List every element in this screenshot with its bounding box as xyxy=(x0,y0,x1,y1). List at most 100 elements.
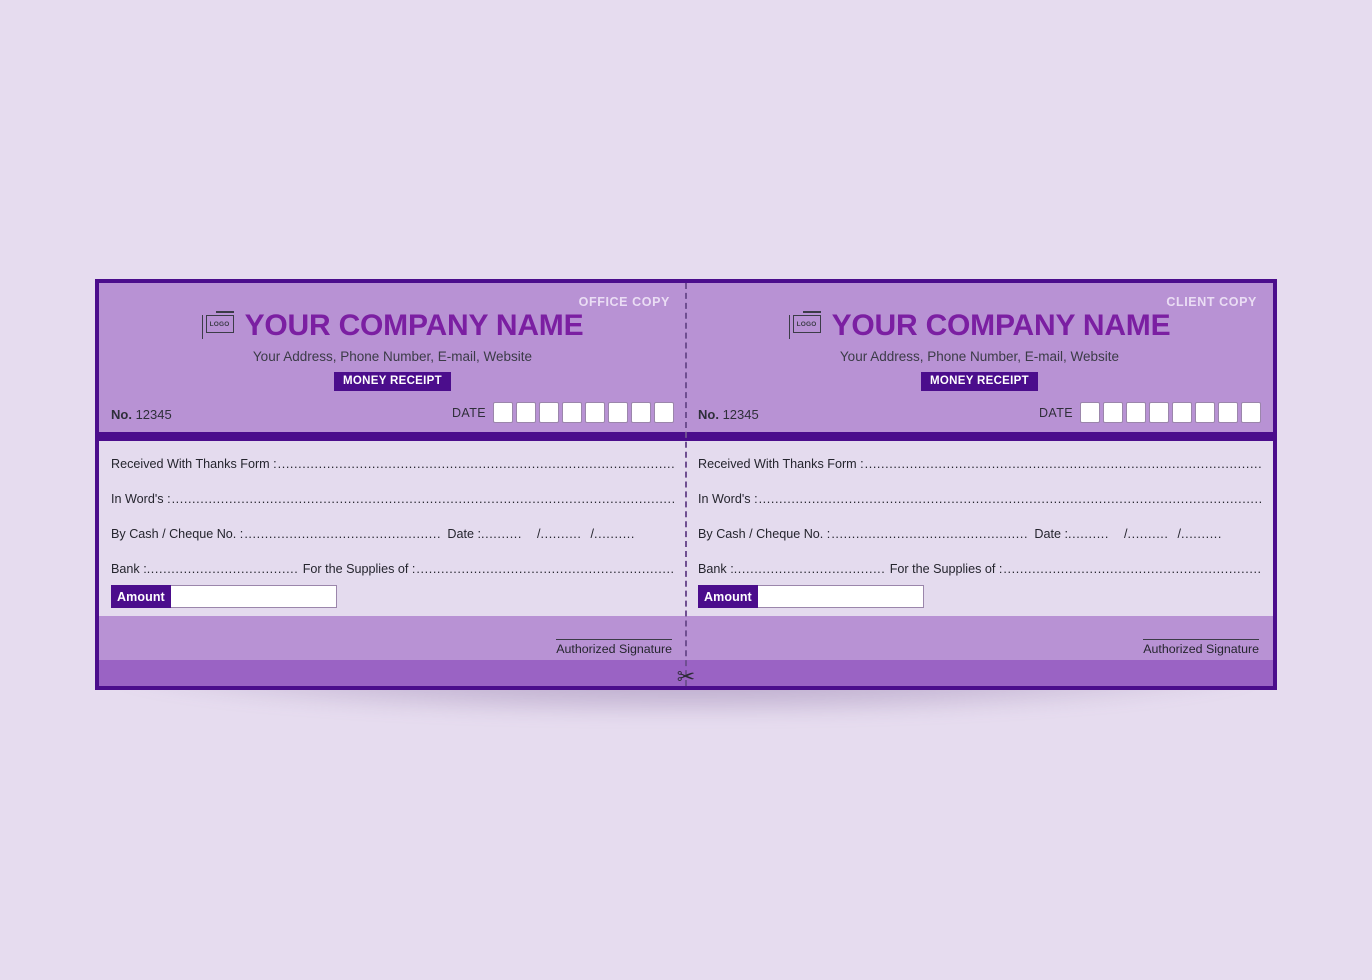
receipt-panel-office-copy: OFFICE COPY LOGO YOUR COMPANY NAME Your … xyxy=(99,283,686,686)
supplies-label: For the Supplies of : xyxy=(889,562,1003,576)
brand-row: LOGO YOUR COMPANY NAME xyxy=(99,283,686,341)
date-box[interactable] xyxy=(631,402,651,423)
in-words-dots: ........................................… xyxy=(171,492,674,506)
date-box[interactable] xyxy=(493,402,513,423)
signature-block: Authorized Signature xyxy=(556,639,672,656)
field-cheque-no[interactable]: By Cash / Cheque No. : .................… xyxy=(111,527,674,541)
date-box[interactable] xyxy=(1195,402,1215,423)
date-entry: DATE xyxy=(452,402,674,423)
cheque-date-month-dots: .......... xyxy=(540,527,582,541)
field-in-words[interactable]: In Word's : ............................… xyxy=(111,492,674,506)
scissors-icon: ✂ xyxy=(676,664,696,689)
money-receipt-badge: MONEY RECEIPT xyxy=(921,372,1038,391)
field-received-from[interactable]: Received With Thanks Form : ............… xyxy=(698,457,1261,471)
date-box[interactable] xyxy=(1080,402,1100,423)
supplies-label: For the Supplies of : xyxy=(302,562,416,576)
company-name: YOUR COMPANY NAME xyxy=(244,309,584,342)
company-address: Your Address, Phone Number, E-mail, Webs… xyxy=(252,349,533,364)
copy-tag-client: CLIENT COPY xyxy=(1166,295,1257,309)
panel-bottom-strip xyxy=(686,660,1273,686)
in-words-label: In Word's : xyxy=(698,492,758,506)
date-box[interactable] xyxy=(1172,402,1192,423)
panel-bottom-strip xyxy=(99,660,686,686)
receipt-number-label: No. xyxy=(111,407,132,422)
header-divider-band xyxy=(99,432,686,441)
panel-footer: Authorized Signature xyxy=(99,616,686,660)
amount-input[interactable] xyxy=(757,585,924,608)
cheque-date-year-dots: .......... xyxy=(1181,527,1222,541)
authorized-signature-label: Authorized Signature xyxy=(1143,642,1259,656)
receipt-badge-row: MONEY RECEIPT xyxy=(99,372,686,391)
logo-placeholder-text: LOGO xyxy=(792,315,821,333)
receipt-number: No. 12345 xyxy=(698,407,759,422)
receipt-panel-client-copy: CLIENT COPY LOGO YOUR COMPANY NAME Your … xyxy=(686,283,1273,686)
field-cheque-no[interactable]: By Cash / Cheque No. : .................… xyxy=(698,527,1261,541)
amount-input[interactable] xyxy=(170,585,337,608)
logo-frame-icon: LOGO xyxy=(201,311,236,341)
bank-dots: ........................................… xyxy=(146,562,297,576)
company-address: Your Address, Phone Number, E-mail, Webs… xyxy=(839,349,1120,364)
money-receipt-badge: MONEY RECEIPT xyxy=(334,372,451,391)
cheque-date-day-dots: .......... xyxy=(1068,527,1109,541)
logo-frame-top-rule xyxy=(215,311,234,313)
header-divider-band xyxy=(686,432,1273,441)
amount-entry: Amount xyxy=(698,585,924,608)
date-box[interactable] xyxy=(608,402,628,423)
amount-label: Amount xyxy=(111,585,171,608)
date-box[interactable] xyxy=(1218,402,1238,423)
date-box[interactable] xyxy=(585,402,605,423)
date-box[interactable] xyxy=(654,402,674,423)
field-in-words[interactable]: In Word's : ............................… xyxy=(698,492,1261,506)
authorized-signature-label: Authorized Signature xyxy=(556,642,672,656)
field-bank-and-supplies[interactable]: Bank : .................................… xyxy=(698,562,1261,576)
logo-frame-top-rule xyxy=(802,311,821,313)
received-from-dots: ........................................… xyxy=(864,457,1261,471)
signature-block: Authorized Signature xyxy=(1143,639,1259,656)
field-bank-and-supplies[interactable]: Bank : .................................… xyxy=(111,562,674,576)
receipt-badge-row: MONEY RECEIPT xyxy=(686,372,1273,391)
cheque-date-day-dots: .......... xyxy=(481,527,522,541)
received-from-label: Received With Thanks Form : xyxy=(698,457,864,471)
in-words-dots: ........................................… xyxy=(758,492,1261,506)
supplies-dots: ........................................… xyxy=(1003,562,1261,576)
receipt-panels: OFFICE COPY LOGO YOUR COMPANY NAME Your … xyxy=(99,283,1273,689)
bank-label: Bank : xyxy=(698,562,734,576)
received-from-dots: ........................................… xyxy=(277,457,674,471)
amount-entry: Amount xyxy=(111,585,337,608)
panel-body: Received With Thanks Form : ............… xyxy=(99,441,686,616)
date-box[interactable] xyxy=(539,402,559,423)
brand-row: LOGO YOUR COMPANY NAME xyxy=(686,283,1273,341)
amount-label: Amount xyxy=(698,585,758,608)
panel-body: Received With Thanks Form : ............… xyxy=(686,441,1273,616)
panel-header: CLIENT COPY LOGO YOUR COMPANY NAME Your … xyxy=(686,283,1273,432)
received-from-label: Received With Thanks Form : xyxy=(111,457,277,471)
date-box[interactable] xyxy=(1149,402,1169,423)
cheque-date-year-dots: .......... xyxy=(594,527,635,541)
in-words-label: In Word's : xyxy=(111,492,171,506)
receipt-number-label: No. xyxy=(698,407,719,422)
logo-frame-left-rule xyxy=(788,315,791,339)
cheque-label: By Cash / Cheque No. : xyxy=(698,527,831,541)
bank-label: Bank : xyxy=(111,562,147,576)
panel-footer: Authorized Signature xyxy=(686,616,1273,660)
copy-tag-office: OFFICE COPY xyxy=(578,295,670,309)
logo-frame-left-rule xyxy=(201,315,204,339)
date-boxes[interactable] xyxy=(1080,402,1261,423)
signature-rule xyxy=(1143,639,1259,640)
logo-placeholder-text: LOGO xyxy=(205,315,234,333)
field-received-from[interactable]: Received With Thanks Form : ............… xyxy=(111,457,674,471)
money-receipt-card: OFFICE COPY LOGO YOUR COMPANY NAME Your … xyxy=(95,279,1277,690)
cheque-label: By Cash / Cheque No. : xyxy=(111,527,244,541)
date-box[interactable] xyxy=(1103,402,1123,423)
date-entry: DATE xyxy=(1039,402,1261,423)
date-box[interactable] xyxy=(562,402,582,423)
logo-frame-icon: LOGO xyxy=(788,311,823,341)
date-box[interactable] xyxy=(1126,402,1146,423)
cheque-date-label: Date : xyxy=(1034,527,1068,541)
date-boxes[interactable] xyxy=(493,402,674,423)
date-box[interactable] xyxy=(1241,402,1261,423)
date-label: DATE xyxy=(1038,405,1073,420)
date-label: DATE xyxy=(451,405,486,420)
bank-dots: ........................................… xyxy=(733,562,884,576)
date-box[interactable] xyxy=(516,402,536,423)
